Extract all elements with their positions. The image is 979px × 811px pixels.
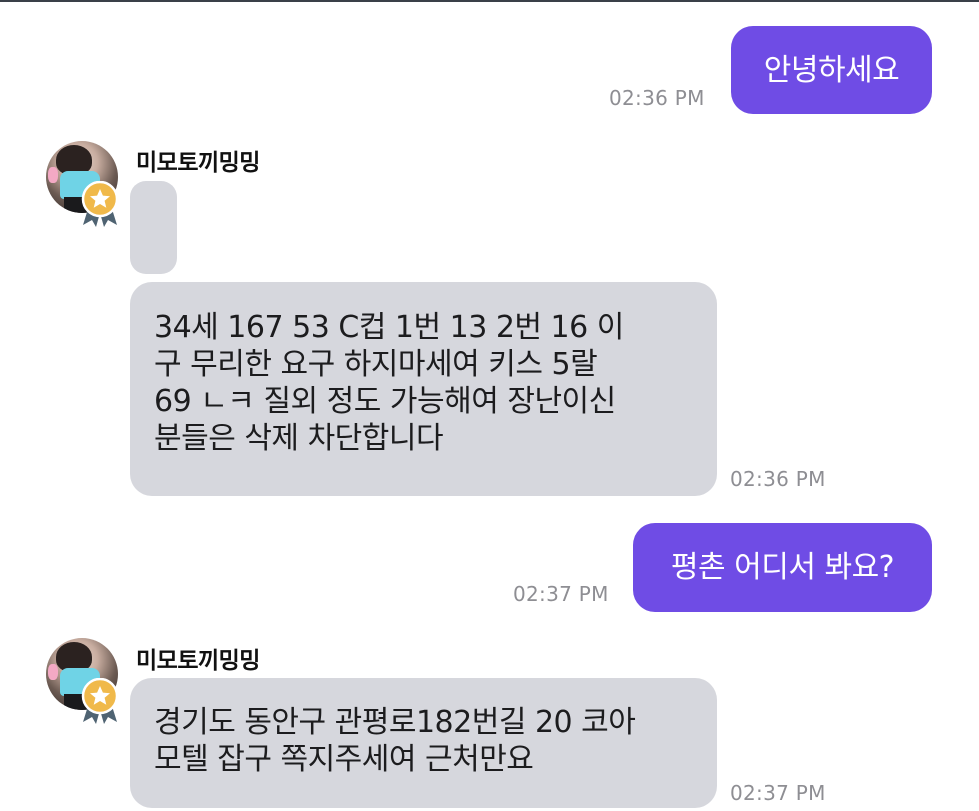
sender-name: 미모토끼밍밍 <box>136 648 260 674</box>
incoming-message-bubble[interactable]: 경기도 동안구 관평로182번길 20 코아 모텔 잡구 쪽지주세여 근처만요 <box>130 678 717 808</box>
outgoing-message-bubble[interactable]: 평촌 어디서 봐요? <box>633 523 932 612</box>
message-timestamp: 02:36 PM <box>609 86 705 110</box>
outgoing-message-bubble[interactable]: 안녕하세요 <box>731 26 932 114</box>
star-medal-icon <box>81 181 119 227</box>
sender-avatar[interactable] <box>46 141 119 227</box>
message-timestamp: 02:36 PM <box>730 467 826 491</box>
window-top-border <box>0 0 979 2</box>
sender-avatar[interactable] <box>46 638 119 724</box>
message-timestamp: 02:37 PM <box>513 582 609 606</box>
incoming-message-bubble[interactable]: 34세 167 53 C컵 1번 13 2번 16 이 구 무리한 요구 하지마… <box>130 282 717 496</box>
sender-name: 미모토끼밍밍 <box>136 150 260 176</box>
star-medal-icon <box>81 678 119 724</box>
incoming-message-bubble[interactable] <box>130 181 177 274</box>
message-timestamp: 02:37 PM <box>730 781 826 805</box>
